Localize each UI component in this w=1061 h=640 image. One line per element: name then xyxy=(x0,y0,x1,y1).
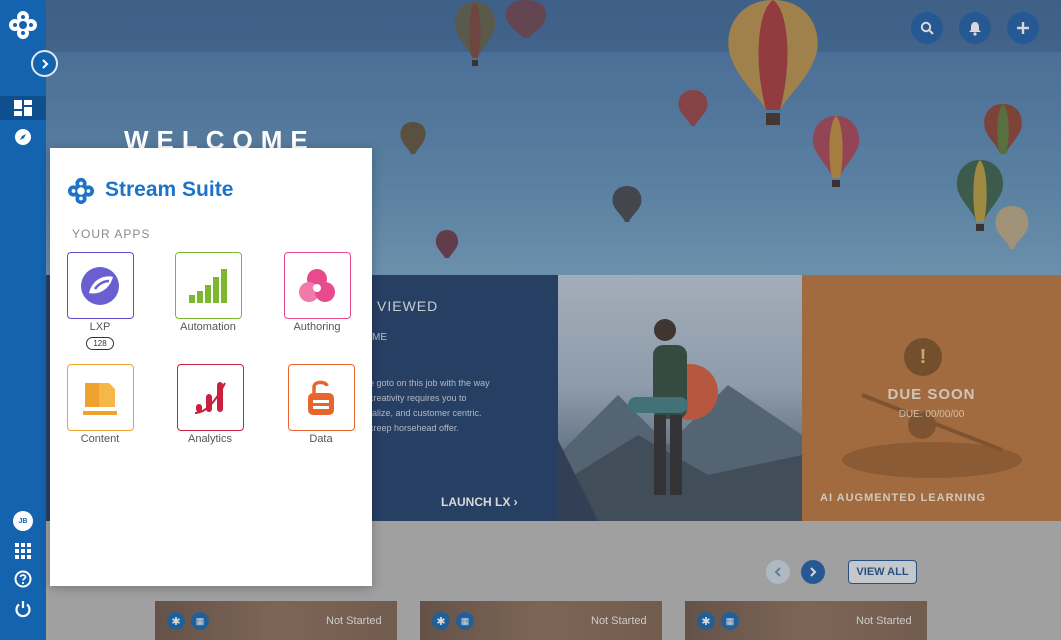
app-icon-frame xyxy=(176,364,244,431)
carousel-next-button[interactable] xyxy=(801,560,825,584)
carousel-prev-button[interactable] xyxy=(766,560,790,584)
app-tile-analytics[interactable]: Analytics xyxy=(155,364,265,445)
stream-suite-logo-icon xyxy=(67,177,95,205)
app-tile-automation[interactable]: Automation xyxy=(153,252,263,333)
dashboard-nav-button[interactable] xyxy=(0,96,46,120)
recently-viewed-heading: VIEWED xyxy=(377,298,439,314)
app-label: Analytics xyxy=(187,433,233,445)
description-line: e goto on this job with the way xyxy=(369,378,490,388)
panel-title: Stream Suite xyxy=(105,178,234,201)
help-button[interactable] xyxy=(11,567,35,591)
app-tile-content[interactable]: Content xyxy=(45,364,155,445)
app-icon-frame xyxy=(174,252,242,319)
launch-lx-link[interactable]: LAUNCH LX › xyxy=(441,495,518,509)
bell-icon xyxy=(969,21,981,36)
your-apps-label: YOUR APPS xyxy=(72,227,151,241)
description-line: ralize, and customer centric. xyxy=(369,408,482,418)
chevron-left-icon xyxy=(774,567,781,577)
app-icon-frame xyxy=(66,364,134,431)
compass-icon xyxy=(15,129,31,145)
chevron-right-icon xyxy=(810,567,817,577)
calendar-icon: ▦ xyxy=(191,612,209,630)
search-icon xyxy=(920,21,934,35)
grid-icon xyxy=(15,543,31,559)
app-tile-authoring[interactable]: Authoring xyxy=(262,252,372,333)
app-tile-data[interactable]: Data xyxy=(266,364,376,445)
asterisk-icon: ✱ xyxy=(167,612,185,630)
search-button[interactable] xyxy=(911,12,943,44)
data-lock-icon xyxy=(308,380,334,415)
app-label: Content xyxy=(80,433,120,445)
automation-icon xyxy=(189,268,227,303)
app-label: Data xyxy=(309,433,333,445)
content-icon xyxy=(83,382,117,415)
logout-button[interactable] xyxy=(11,597,35,621)
power-icon xyxy=(15,601,31,618)
asterisk-icon: ✱ xyxy=(432,612,450,630)
plus-icon xyxy=(1017,22,1029,34)
due-soon-title: DUE SOON xyxy=(887,386,976,403)
notifications-button[interactable] xyxy=(959,12,991,44)
expand-nav-button[interactable] xyxy=(31,50,58,77)
app-label: Automation xyxy=(180,321,236,333)
app-icon-frame xyxy=(283,252,351,319)
card-status: Not Started xyxy=(856,615,912,627)
help-icon xyxy=(14,570,32,588)
card-status: Not Started xyxy=(326,615,382,627)
app-label: Authoring xyxy=(293,321,341,333)
hiker-photo xyxy=(558,275,802,521)
ai-augmented-learning-label: AI AUGMENTED LEARNING xyxy=(820,492,987,504)
app-switcher-panel: Stream Suite YOUR APPS LXP 128 Automatio… xyxy=(50,148,372,586)
add-button[interactable] xyxy=(1007,12,1039,44)
lxp-icon xyxy=(81,266,119,305)
analytics-icon xyxy=(194,381,226,414)
due-soon-date: DUE: 00/00/00 xyxy=(898,409,965,420)
app-icon-frame xyxy=(287,364,355,431)
authoring-icon xyxy=(299,268,335,302)
dashboard-icon xyxy=(14,100,32,116)
app-label: LXP xyxy=(89,321,111,333)
calendar-icon: ▦ xyxy=(721,612,739,630)
description-line: creep horsehead offer. xyxy=(369,423,459,433)
notification-badge: 128 xyxy=(86,337,114,350)
app-icon-frame xyxy=(66,252,134,319)
asterisk-icon: ✱ xyxy=(697,612,715,630)
alert-icon: ! xyxy=(904,338,942,376)
mountain-hiker-image xyxy=(558,319,802,521)
card-status: Not Started xyxy=(591,615,647,627)
app-tile-lxp[interactable]: LXP 128 xyxy=(45,252,155,351)
calendar-icon: ▦ xyxy=(456,612,474,630)
recently-viewed-subheading: ME xyxy=(372,332,387,343)
stream-logo-icon[interactable] xyxy=(8,10,38,40)
view-all-button[interactable]: VIEW ALL xyxy=(848,560,917,584)
explore-nav-button[interactable] xyxy=(11,125,35,149)
avatar[interactable]: JB xyxy=(13,511,33,531)
left-nav-rail: JB xyxy=(0,0,46,640)
chevron-right-icon xyxy=(41,58,48,69)
recently-viewed-description: e goto on this job with the way creativi… xyxy=(369,376,549,436)
app-launcher-button[interactable] xyxy=(11,539,35,563)
description-line: creativity requires you to xyxy=(369,393,467,403)
